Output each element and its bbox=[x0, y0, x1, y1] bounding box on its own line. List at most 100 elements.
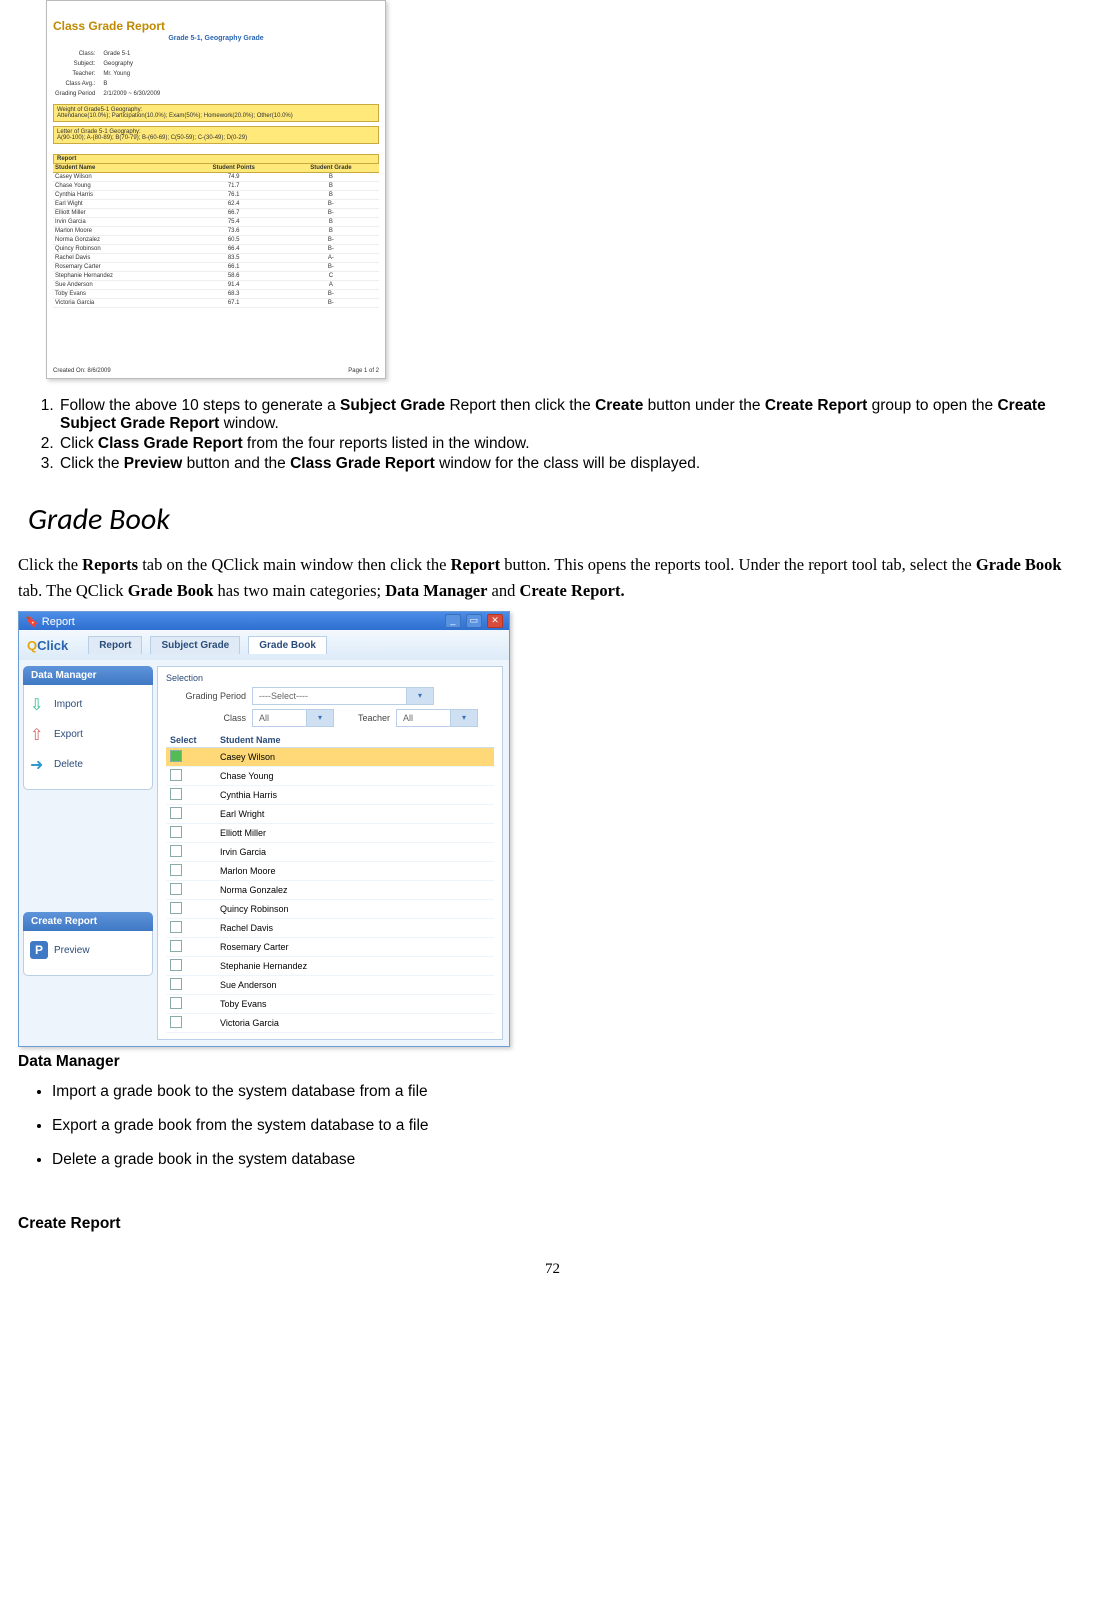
student-row[interactable]: Marlon Moore bbox=[166, 862, 494, 881]
step-3: Click the Preview button and the Class G… bbox=[58, 455, 1087, 473]
step-1: Follow the above 10 steps to generate a … bbox=[58, 397, 1087, 433]
window-titlebar: 🔖 Report _ ▭ ✕ bbox=[19, 612, 509, 630]
weight-box: Weight of Grade5-1 Geography: Attendance… bbox=[53, 104, 379, 122]
delete-button[interactable]: Delete bbox=[30, 749, 146, 779]
main-panel: Selection Grading Period ----Select----▾… bbox=[157, 666, 503, 1040]
minimize-button[interactable]: _ bbox=[445, 614, 461, 628]
checkbox[interactable] bbox=[170, 902, 182, 914]
student-row[interactable]: Stephanie Hernandez bbox=[166, 957, 494, 976]
export-button[interactable]: Export bbox=[30, 719, 146, 749]
page-number: 72 bbox=[18, 1261, 1087, 1278]
report-title: Class Grade Report bbox=[53, 19, 379, 33]
sidebar: Data Manager Import Export Delete bbox=[19, 660, 157, 1046]
student-row[interactable]: Elliott Miller bbox=[166, 824, 494, 843]
preview-button[interactable]: P Preview bbox=[30, 935, 146, 965]
table-row: Casey Wilson74.9B bbox=[53, 173, 379, 182]
table-row: Irvin Garcia75.4B bbox=[53, 218, 379, 227]
qclick-logo: QClick bbox=[27, 638, 68, 653]
checkbox[interactable] bbox=[170, 769, 182, 781]
student-row[interactable]: Cynthia Harris bbox=[166, 786, 494, 805]
report-subtitle: Grade 5-1, Geography Grade bbox=[53, 35, 379, 42]
step-2: Click Class Grade Report from the four r… bbox=[58, 435, 1087, 453]
checkbox[interactable] bbox=[170, 978, 182, 990]
report-created: Created On: 8/6/2009 bbox=[53, 368, 111, 374]
table-row: Chase Young71.7B bbox=[53, 182, 379, 191]
checkbox[interactable] bbox=[170, 1016, 182, 1028]
preview-icon: P bbox=[30, 941, 48, 959]
student-row[interactable]: Quincy Robinson bbox=[166, 900, 494, 919]
table-row: Cynthia Harris76.1B bbox=[53, 191, 379, 200]
create-report-heading: Create Report bbox=[18, 1215, 1087, 1233]
tab-subject-grade[interactable]: Subject Grade bbox=[150, 636, 240, 654]
delete-icon bbox=[30, 755, 48, 773]
table-row: Rachel Davis83.5A- bbox=[53, 254, 379, 263]
tab-report[interactable]: Report bbox=[88, 636, 142, 654]
section-heading-grade-book: Grade Book bbox=[28, 501, 1087, 538]
import-icon bbox=[30, 695, 48, 713]
teacher-label: Teacher bbox=[340, 713, 390, 723]
student-row[interactable]: Irvin Garcia bbox=[166, 843, 494, 862]
student-row[interactable]: Rosemary Carter bbox=[166, 938, 494, 957]
checkbox[interactable] bbox=[170, 940, 182, 952]
class-combo[interactable]: All▾ bbox=[252, 709, 334, 727]
data-manager-list: Import a grade book to the system databa… bbox=[52, 1083, 1087, 1169]
export-icon bbox=[30, 725, 48, 743]
checkbox[interactable] bbox=[170, 845, 182, 857]
report-section-header: Report bbox=[53, 154, 379, 164]
student-row[interactable]: Earl Wright bbox=[166, 805, 494, 824]
maximize-button[interactable]: ▭ bbox=[466, 614, 482, 628]
student-row[interactable]: Rachel Davis bbox=[166, 919, 494, 938]
student-row[interactable]: Chase Young bbox=[166, 767, 494, 786]
student-row[interactable]: Toby Evans bbox=[166, 995, 494, 1014]
student-row[interactable]: Norma Gonzalez bbox=[166, 881, 494, 900]
table-row: Quincy Robinson66.4B- bbox=[53, 245, 379, 254]
data-manager-header: Data Manager bbox=[23, 666, 153, 685]
checkbox[interactable] bbox=[170, 921, 182, 933]
table-row: Toby Evans68.3B- bbox=[53, 290, 379, 299]
tab-grade-book[interactable]: Grade Book bbox=[248, 636, 327, 654]
checkbox[interactable] bbox=[170, 997, 182, 1009]
instruction-list: Follow the above 10 steps to generate a … bbox=[18, 397, 1087, 473]
class-label: Class bbox=[166, 713, 246, 723]
create-report-header: Create Report bbox=[23, 912, 153, 931]
checkbox[interactable] bbox=[170, 864, 182, 876]
table-row: Marlon Moore73.6B bbox=[53, 227, 379, 236]
teacher-combo[interactable]: All▾ bbox=[396, 709, 478, 727]
data-manager-heading: Data Manager bbox=[18, 1053, 1087, 1071]
letter-box: Letter of Grade 5-1 Geography: A(90-100)… bbox=[53, 126, 379, 144]
report-info-table: Class:Grade 5-1 Subject:Geography Teache… bbox=[53, 48, 168, 100]
table-row: Victoria Garcia67.1B- bbox=[53, 299, 379, 308]
dm-item-import: Import a grade book to the system databa… bbox=[52, 1083, 1087, 1101]
grading-period-label: Grading Period bbox=[166, 691, 246, 701]
table-row: Stephanie Hernandez58.6C bbox=[53, 272, 379, 281]
table-row: Elliott Miller66.7B- bbox=[53, 209, 379, 218]
student-row[interactable]: Sue Anderson bbox=[166, 976, 494, 995]
report-page: Page 1 of 2 bbox=[348, 368, 379, 374]
grading-period-combo[interactable]: ----Select----▾ bbox=[252, 687, 434, 705]
dm-item-delete: Delete a grade book in the system databa… bbox=[52, 1151, 1087, 1169]
student-row[interactable]: Victoria Garcia bbox=[166, 1014, 494, 1033]
import-button[interactable]: Import bbox=[30, 689, 146, 719]
close-button[interactable]: ✕ bbox=[487, 614, 503, 628]
checkbox[interactable] bbox=[170, 788, 182, 800]
checkbox[interactable] bbox=[170, 750, 182, 762]
chevron-down-icon: ▾ bbox=[450, 710, 477, 726]
table-row: Norma Gonzalez60.5B- bbox=[53, 236, 379, 245]
student-table: Select Student Name Casey WilsonChase Yo… bbox=[166, 733, 494, 1033]
grade-table: Student Name Student Points Student Grad… bbox=[53, 164, 379, 308]
checkbox[interactable] bbox=[170, 826, 182, 838]
checkbox[interactable] bbox=[170, 807, 182, 819]
table-row: Earl Wight62.4B- bbox=[53, 200, 379, 209]
chevron-down-icon: ▾ bbox=[406, 688, 433, 704]
grade-book-intro: Click the Reports tab on the QClick main… bbox=[18, 552, 1087, 603]
window-title: Report bbox=[42, 616, 75, 628]
selection-header: Selection bbox=[166, 673, 494, 683]
chevron-down-icon: ▾ bbox=[306, 710, 333, 726]
class-grade-report-figure: Class Grade Report Grade 5-1, Geography … bbox=[46, 0, 386, 379]
table-row: Sue Anderson91.4A bbox=[53, 281, 379, 290]
checkbox[interactable] bbox=[170, 959, 182, 971]
table-row: Rosemary Carter66.1B- bbox=[53, 263, 379, 272]
student-row[interactable]: Casey Wilson bbox=[166, 748, 494, 767]
checkbox[interactable] bbox=[170, 883, 182, 895]
qclick-window: 🔖 Report _ ▭ ✕ QClick Report Subject Gra… bbox=[18, 611, 510, 1047]
